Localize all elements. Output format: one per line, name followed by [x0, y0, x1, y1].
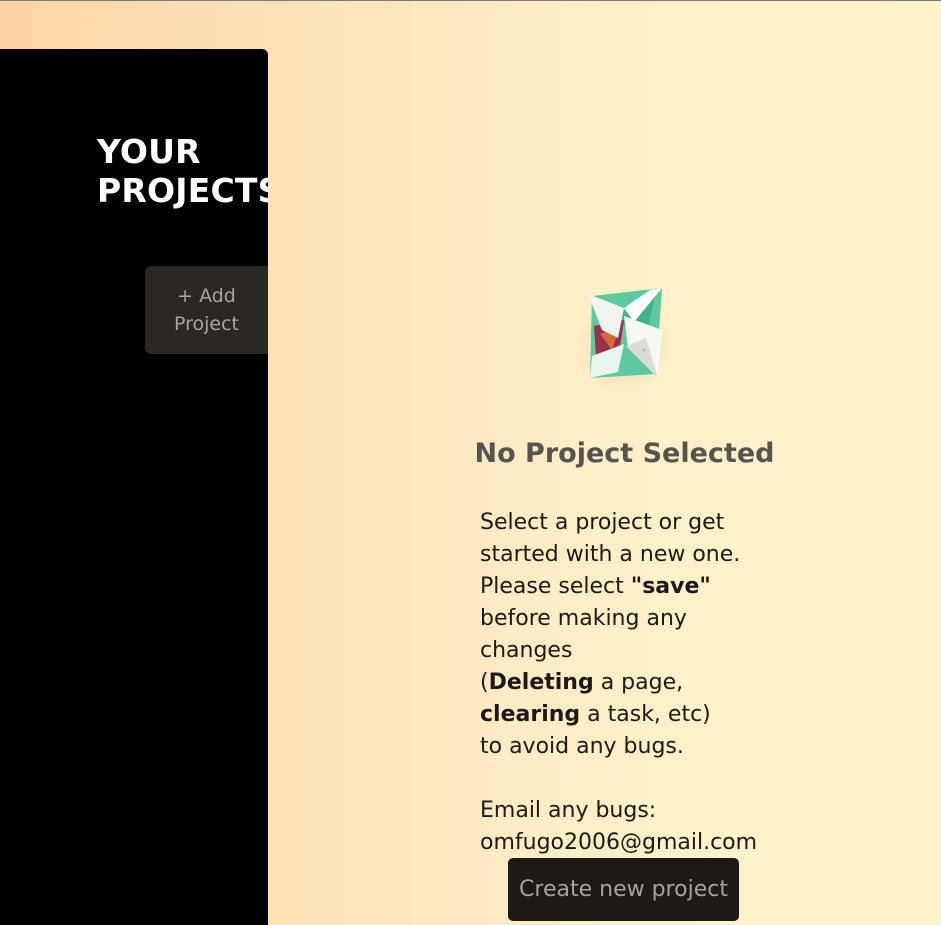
project-logo: [568, 276, 683, 396]
save-warning-text: Please select: [480, 574, 631, 599]
origami-project-icon: [588, 288, 662, 378]
avoid-bugs-text: to avoid any bugs.: [480, 734, 684, 759]
save-keyword: "save": [630, 574, 711, 599]
clearing-keyword: clearing: [480, 702, 581, 727]
contact-email: omfugo2006@gmail.com: [480, 830, 758, 855]
empty-state-message: Select a project or get started with a n…: [480, 507, 780, 859]
paren-open: (: [480, 670, 489, 695]
sidebar-title: YOUR PROJECTS: [97, 132, 268, 210]
save-warning-text-end: before making any changes: [480, 606, 687, 663]
examples-text: (Deleting a page, clearing a task, etc): [480, 667, 780, 731]
save-warning: Please select "save" before making any c…: [480, 571, 780, 667]
intro-text: Select a project or get started with a n…: [480, 510, 741, 567]
deleting-keyword: Deleting: [488, 670, 594, 695]
main-content: No Project Selected Select a project or …: [268, 1, 941, 925]
projects-sidebar: YOUR PROJECTS + Add Project: [0, 49, 268, 925]
examples-end: a task, etc): [580, 702, 711, 727]
email-label: Email any bugs:: [480, 798, 657, 823]
examples-mid: a page,: [593, 670, 684, 695]
create-new-project-button[interactable]: Create new project: [508, 858, 739, 921]
add-project-button[interactable]: + Add Project: [145, 266, 268, 354]
no-project-heading: No Project Selected: [474, 438, 775, 469]
